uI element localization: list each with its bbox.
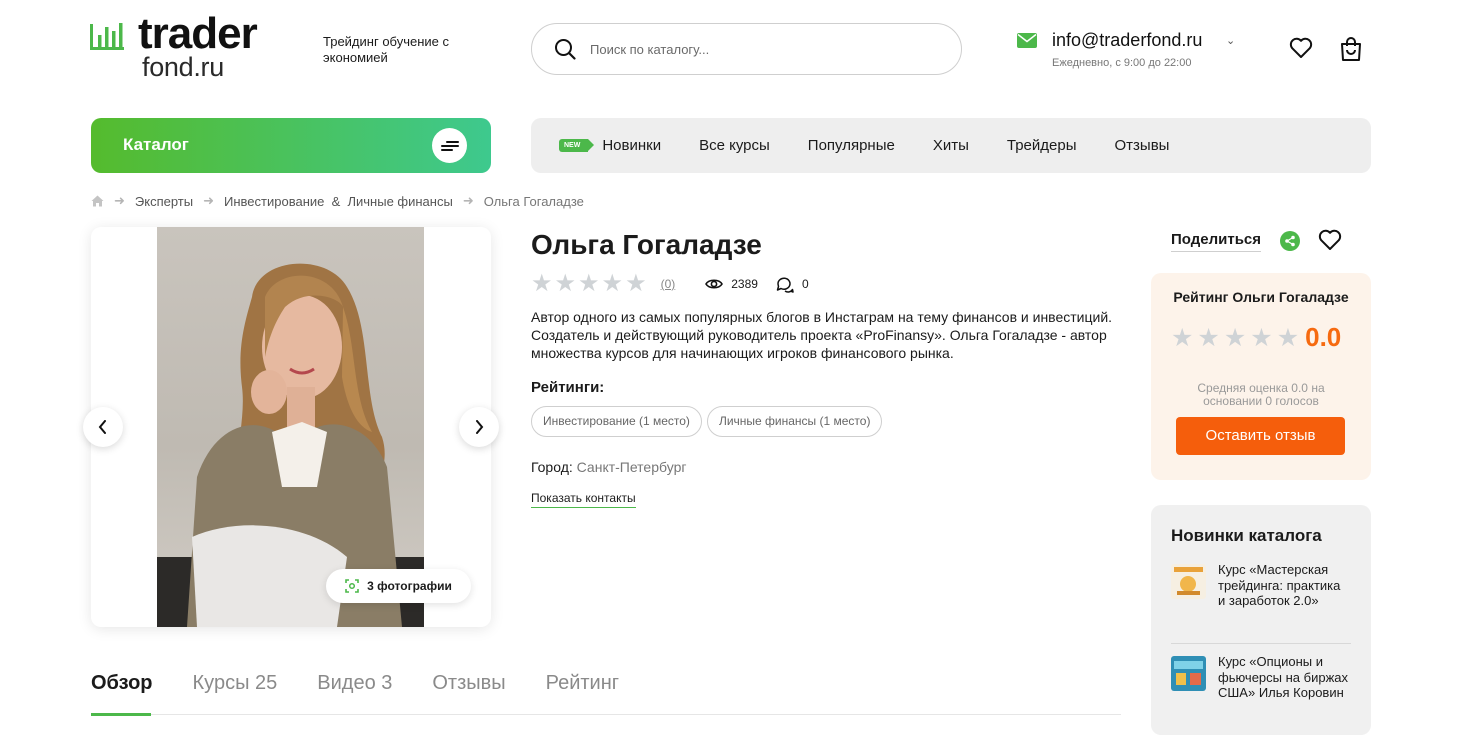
- expert-tabs: Обзор Курсы 25 Видео 3 Отзывы Рейтинг: [91, 672, 659, 695]
- working-hours: Ежедневно, с 9:00 до 22:00: [1052, 57, 1192, 69]
- news-item[interactable]: Курс «Опционы и фьючерсы на биржах США» …: [1171, 654, 1351, 701]
- rating-box: Рейтинг Ольги Гогаладзе ★ ★ ★ ★ ★ 0.0 Ср…: [1151, 273, 1371, 480]
- heart-icon[interactable]: [1318, 229, 1342, 251]
- search-bar[interactable]: [531, 23, 962, 75]
- home-icon[interactable]: [91, 195, 104, 207]
- page-title: Ольга Гогаладзе: [531, 229, 762, 260]
- breadcrumb-arrow-icon: ➜: [203, 193, 215, 208]
- breadcrumb-arrow-icon: ➜: [114, 193, 125, 208]
- gallery-next-button[interactable]: [459, 407, 499, 447]
- tab-rating[interactable]: Рейтинг: [546, 672, 619, 695]
- rating-chip-personal-finance[interactable]: Личные финансы (1 место): [706, 406, 883, 437]
- star-icon[interactable]: ★: [625, 272, 647, 296]
- views-count: 2389: [731, 277, 758, 291]
- tabs-divider: [91, 714, 1121, 715]
- mail-icon: [1017, 33, 1037, 48]
- photo-gallery: [91, 227, 491, 627]
- nav-item-all-courses[interactable]: Все курсы: [699, 137, 770, 154]
- tab-courses[interactable]: Курсы 25: [193, 672, 278, 695]
- star-icon: ★: [1250, 323, 1273, 352]
- catalog-label: Каталог: [123, 135, 189, 154]
- tab-overview[interactable]: Обзор: [91, 672, 153, 695]
- star-icon: ★: [1197, 323, 1220, 352]
- course-thumbnail-icon: [1171, 564, 1206, 599]
- new-badge: NEW: [559, 139, 595, 152]
- share-link[interactable]: Поделиться: [1171, 231, 1262, 252]
- expert-rating-row: ★ ★ ★ ★ ★ (0) 2389 0: [531, 272, 809, 296]
- active-tab-indicator: [91, 713, 151, 716]
- breadcrumb-arrow-icon: ➜: [462, 193, 474, 208]
- catalog-news: Новинки каталога Курс «Мастерская трейди…: [1151, 505, 1371, 735]
- rating-box-stars: ★ ★ ★ ★ ★ 0.0: [1171, 322, 1341, 353]
- contact-email[interactable]: info@traderfond.ru: [1052, 30, 1202, 51]
- logo-bars-icon: [90, 23, 124, 50]
- breadcrumb-experts[interactable]: Эксперты: [135, 194, 193, 209]
- rating-subtitle: Средняя оценка 0.0 на основании 0 голосо…: [1197, 381, 1325, 408]
- expert-city: Город: Санкт-Петербург: [531, 459, 686, 475]
- search-icon[interactable]: [554, 38, 576, 60]
- rating-score: 0.0: [1305, 322, 1342, 352]
- expert-photo[interactable]: [157, 227, 424, 627]
- rating-chip-investing[interactable]: Инвестирование (1 место): [531, 406, 702, 437]
- logo-word-fond: fond.ru: [142, 52, 224, 82]
- filter-lines-icon: [432, 128, 467, 163]
- share-icon[interactable]: [1280, 231, 1300, 251]
- news-item-title: Курс «Мастерская трейдинга: практика и з…: [1218, 562, 1341, 608]
- breadcrumb-current: Ольга Гогаладзе: [483, 193, 584, 209]
- star-icon: ★: [1171, 323, 1194, 352]
- star-icon[interactable]: ★: [555, 272, 577, 296]
- comments-counter[interactable]: 0: [776, 276, 809, 293]
- comments-icon: [776, 276, 794, 293]
- chevron-down-icon[interactable]: ⌄: [1226, 34, 1235, 47]
- divider: [1171, 643, 1351, 644]
- leave-review-button[interactable]: Оставить отзыв: [1176, 417, 1345, 455]
- catalog-button[interactable]: Каталог: [91, 118, 491, 173]
- tab-video[interactable]: Видео 3: [317, 672, 392, 695]
- cart-bag-icon[interactable]: [1339, 36, 1363, 62]
- breadcrumb-category[interactable]: Инвестирование & Личные финансы: [224, 194, 453, 209]
- breadcrumb: ➜ Эксперты ➜ Инвестирование & Личные фин…: [91, 193, 584, 209]
- news-item[interactable]: Курс «Мастерская трейдинга: практика и з…: [1171, 562, 1351, 609]
- nav-item-traders[interactable]: Трейдеры: [1007, 137, 1077, 154]
- star-icon: ★: [1276, 323, 1300, 352]
- ratings-heading: Рейтинги:: [531, 379, 605, 396]
- tagline: Трейдинг обучение с экономией: [323, 34, 449, 65]
- star-icon: ★: [1223, 323, 1247, 352]
- eye-icon: [705, 279, 724, 289]
- photo-frame-icon: [345, 579, 359, 593]
- nav-item-new[interactable]: Новинки: [602, 137, 661, 154]
- catalog-news-title: Новинки каталога: [1171, 526, 1322, 545]
- star-icon[interactable]: ★: [602, 272, 624, 296]
- star-icon[interactable]: ★: [531, 272, 553, 296]
- rating-box-title: Рейтинг Ольги Гогаладзе: [1173, 289, 1349, 305]
- photos-count-label: 3 фотографии: [367, 579, 452, 593]
- nav-item-reviews[interactable]: Отзывы: [1115, 137, 1170, 154]
- views-counter: 2389: [705, 277, 758, 291]
- comments-count: 0: [801, 277, 809, 291]
- star-icon[interactable]: ★: [578, 272, 600, 296]
- photos-count-button[interactable]: 3 фотографии: [326, 569, 471, 603]
- expert-description: Автор одного из самых популярных блогов …: [531, 309, 1113, 361]
- show-contacts-link[interactable]: Показать контакты: [531, 491, 636, 508]
- main-nav: NEW Новинки Все курсы Популярные Хиты Тр…: [531, 118, 1371, 173]
- nav-item-popular[interactable]: Популярные: [808, 137, 895, 154]
- reviews-count-link[interactable]: (0): [661, 277, 676, 291]
- chevron-left-icon: [98, 420, 106, 434]
- ratings-chips: Инвестирование (1 место) Личные финансы …: [531, 406, 887, 437]
- search-input[interactable]: [590, 41, 930, 57]
- site-logo[interactable]: trader fond.ru: [90, 9, 305, 82]
- gallery-prev-button[interactable]: [83, 407, 123, 447]
- news-item-title: Курс «Опционы и фьючерсы на биржах США» …: [1218, 654, 1349, 700]
- tab-reviews[interactable]: Отзывы: [432, 672, 505, 695]
- nav-item-hits[interactable]: Хиты: [933, 137, 969, 154]
- course-thumbnail-icon: [1171, 656, 1206, 691]
- chevron-right-icon: [476, 420, 484, 434]
- favorites-heart-icon[interactable]: [1289, 37, 1313, 59]
- city-label: Город:: [531, 459, 573, 475]
- city-value: Санкт-Петербург: [576, 459, 687, 475]
